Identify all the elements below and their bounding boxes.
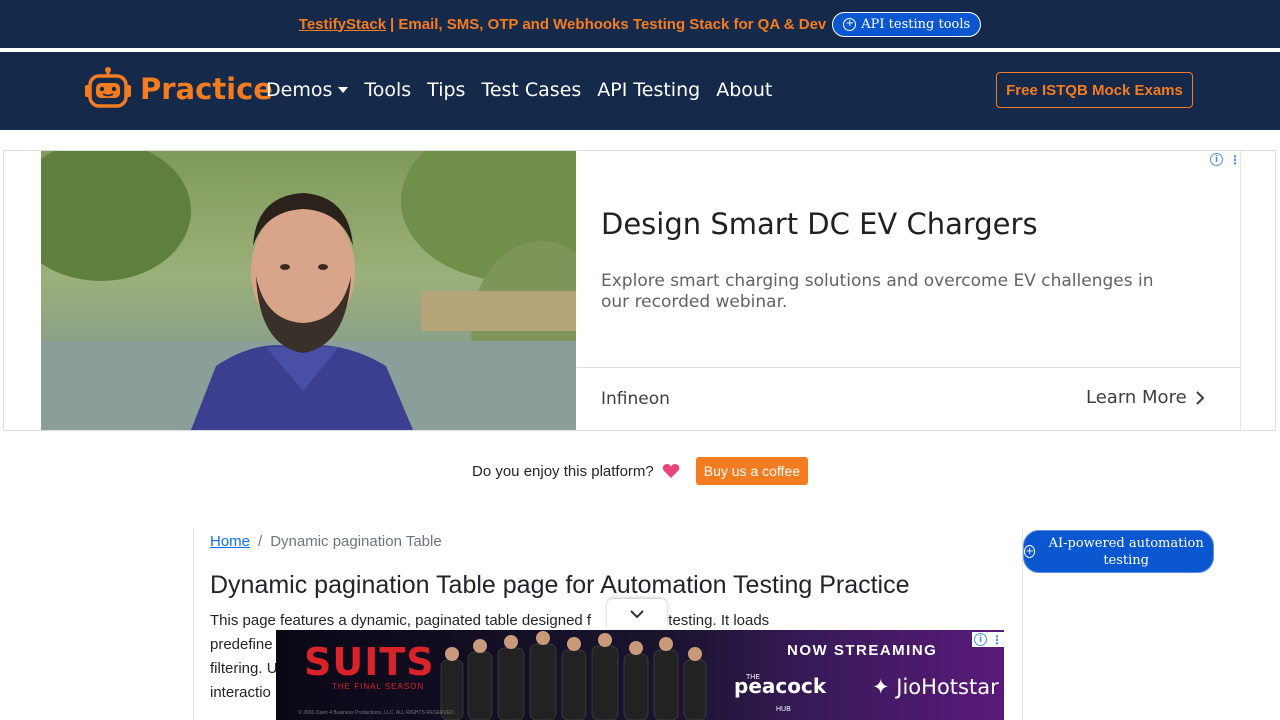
site-logo[interactable]: Practice xyxy=(84,66,273,112)
info-icon[interactable]: i xyxy=(1210,153,1223,166)
ad-advertiser[interactable]: Infineon xyxy=(601,389,670,409)
main-navbar: Practice Demos Tools Tips Test Cases API… xyxy=(0,52,1280,130)
anchor-ad-collapse-button[interactable] xyxy=(607,599,667,629)
anchor-ad-choices[interactable]: i ⋮ xyxy=(972,632,1004,647)
ad-learn-more-label: Learn More xyxy=(1086,387,1187,408)
nav-links: Demos Tools Tips Test Cases API Testing … xyxy=(266,79,772,101)
ad-choices[interactable]: i ⋮ xyxy=(1210,153,1241,166)
nav-tips[interactable]: Tips xyxy=(427,79,465,101)
peacock-hub: HUB xyxy=(776,706,791,713)
anchor-ad-now-streaming: NOW STREAMING xyxy=(787,642,938,659)
anchor-ad[interactable]: SUITS THE FINAL SEASON © 2016 Open 4 Bus… xyxy=(276,630,1004,720)
plus-circle-icon: + xyxy=(843,17,857,31)
breadcrumb: Home / Dynamic pagination Table xyxy=(210,533,442,550)
intro-line-1a: This page features a dynamic, paginated … xyxy=(210,612,592,629)
ad-learn-more-button[interactable]: Learn More xyxy=(1086,387,1205,408)
intro-line-4: interactio xyxy=(210,684,271,701)
ad-text-panel[interactable]: Design Smart DC EV Chargers Explore smar… xyxy=(576,151,1241,430)
kebab-icon[interactable]: ⋮ xyxy=(991,634,1003,646)
chevron-down-icon xyxy=(630,610,644,619)
api-testing-tools-label: API testing tools xyxy=(861,16,971,32)
page-title: Dynamic pagination Table page for Automa… xyxy=(210,571,910,599)
testifystack-link[interactable]: TestifyStack xyxy=(299,16,386,33)
nav-test-cases[interactable]: Test Cases xyxy=(481,79,581,101)
jiohotstar-text: JioHotstar xyxy=(896,675,999,699)
nav-api-testing[interactable]: API Testing xyxy=(597,79,700,101)
kebab-icon[interactable]: ⋮ xyxy=(1229,154,1241,166)
nav-about[interactable]: About xyxy=(716,79,772,101)
chevron-right-icon xyxy=(1195,390,1205,405)
ad-photo-image xyxy=(41,151,576,430)
buy-us-a-coffee-button[interactable]: Buy us a coffee xyxy=(695,457,809,485)
breadcrumb-separator: / xyxy=(258,533,263,550)
caret-down-icon xyxy=(338,87,349,93)
intro-line-3: filtering. U xyxy=(210,660,278,677)
promo-text: | Email, SMS, OTP and Webhooks Testing S… xyxy=(390,15,827,33)
ad-divider xyxy=(576,367,1240,368)
anchor-ad-legal: © 2016 Open 4 Business Productions, LLC.… xyxy=(298,710,456,716)
nav-demos-dropdown[interactable]: Demos xyxy=(266,79,349,101)
intro-line-2: predefine xyxy=(210,636,273,653)
coffee-text: Do you enjoy this platform? xyxy=(472,462,654,480)
breadcrumb-current: Dynamic pagination Table xyxy=(270,533,442,550)
nav-demos-label: Demos xyxy=(266,79,333,101)
heart-icon xyxy=(662,464,680,478)
peacock-logo: peacock xyxy=(734,674,827,698)
ad-description: Explore smart charging solutions and ove… xyxy=(601,271,1154,312)
jiohotstar-logo: ✦ JioHotstar xyxy=(872,675,999,699)
anchor-ad-brand: SUITS xyxy=(304,640,435,684)
ad-photo[interactable] xyxy=(41,151,576,430)
anchor-ad-brand-sub: THE FINAL SEASON xyxy=(332,682,425,691)
robot-icon xyxy=(85,67,131,108)
info-icon[interactable]: i xyxy=(974,633,987,646)
ai-powered-label: AI-powered automation testing xyxy=(1048,535,1204,568)
plus-circle-icon: + xyxy=(1024,545,1036,558)
ad-headline[interactable]: Design Smart DC EV Chargers xyxy=(601,207,1038,241)
promo-bar: TestifyStack | Email, SMS, OTP and Webho… xyxy=(0,0,1280,50)
breadcrumb-home-link[interactable]: Home xyxy=(210,533,250,550)
api-testing-tools-button[interactable]: + API testing tools xyxy=(832,11,982,37)
nav-tools[interactable]: Tools xyxy=(364,79,411,101)
display-ad[interactable]: Design Smart DC EV Chargers Explore smar… xyxy=(3,150,1276,431)
free-istqb-mock-exams-button[interactable]: Free ISTQB Mock Exams xyxy=(996,72,1193,108)
ai-powered-automation-testing-button[interactable]: + AI-powered automation testing xyxy=(1023,530,1214,573)
coffee-prompt: Do you enjoy this platform? Buy us a cof… xyxy=(472,457,809,485)
logo-text: Practice xyxy=(140,72,273,106)
